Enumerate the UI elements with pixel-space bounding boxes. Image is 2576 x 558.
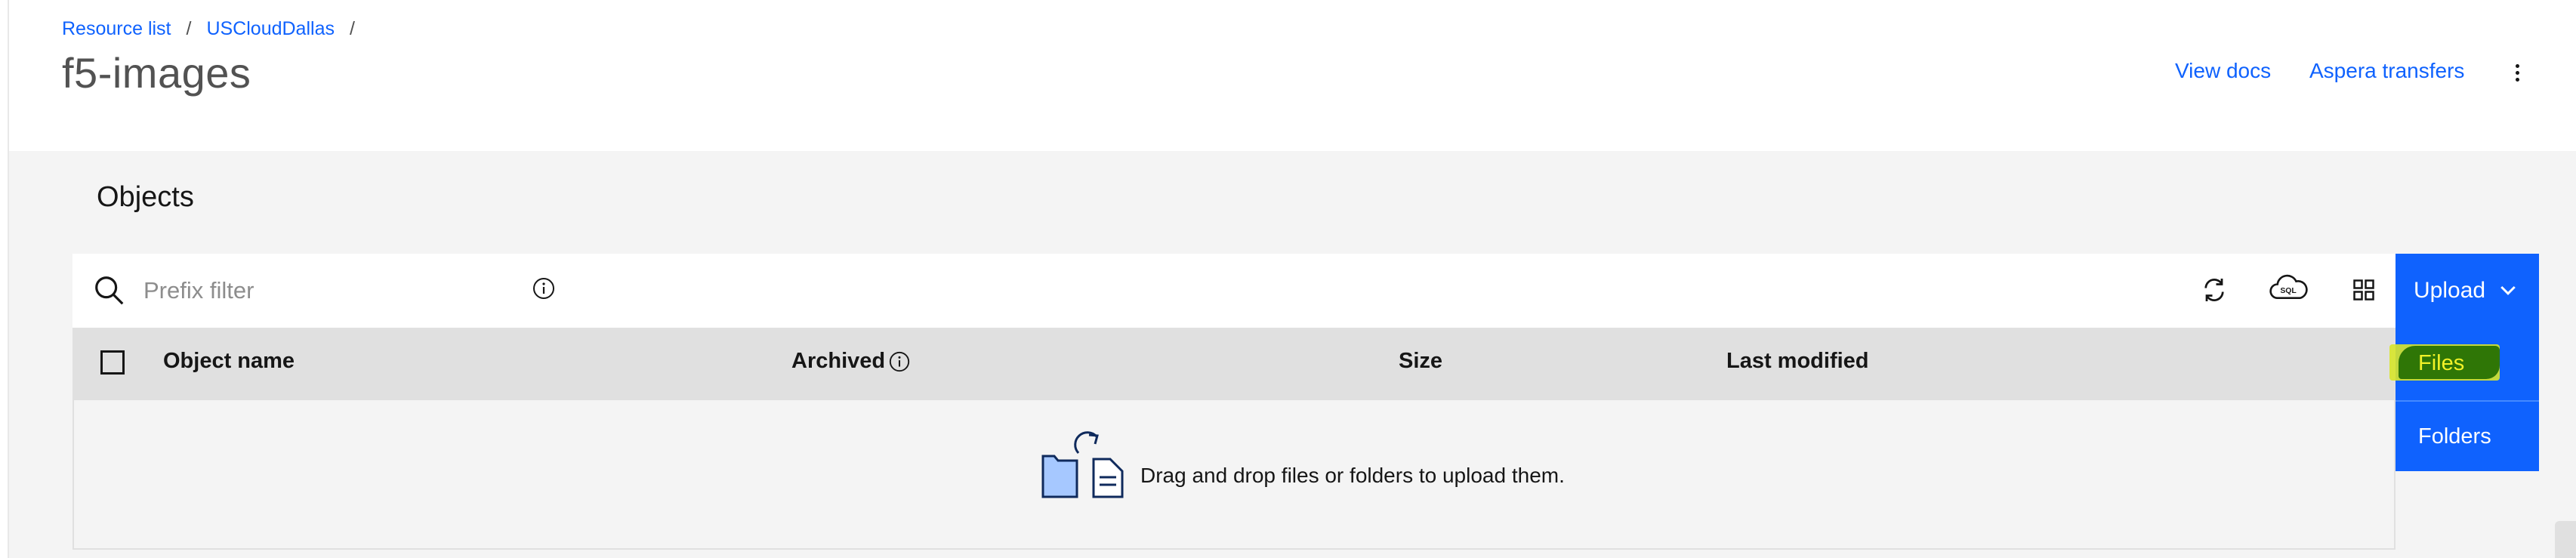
scrollbar-corner[interactable] bbox=[2555, 521, 2576, 558]
upload-menu-files[interactable]: Files bbox=[2396, 328, 2539, 399]
info-icon[interactable] bbox=[532, 276, 556, 301]
upload-illustration-icon bbox=[1041, 431, 1124, 498]
breadcrumb-separator: / bbox=[349, 18, 355, 39]
chevron-down-icon bbox=[2500, 285, 2516, 295]
column-archived[interactable]: Archived bbox=[791, 349, 885, 374]
upload-button-label: Upload bbox=[2414, 278, 2486, 303]
svg-text:SQL: SQL bbox=[2280, 287, 2297, 295]
select-all-checkbox[interactable] bbox=[100, 350, 125, 375]
column-size[interactable]: Size bbox=[1399, 349, 1442, 374]
grid-view-icon[interactable] bbox=[2349, 275, 2379, 305]
breadcrumb-separator: / bbox=[186, 18, 192, 39]
breadcrumb-uscloud-dallas[interactable]: USCloudDallas bbox=[206, 18, 335, 40]
left-edge bbox=[0, 0, 9, 558]
column-object-name[interactable]: Object name bbox=[163, 349, 295, 374]
upload-menu-folders[interactable]: Folders bbox=[2396, 400, 2539, 471]
section-title: Objects bbox=[97, 181, 194, 213]
prefix-filter-input[interactable] bbox=[143, 272, 506, 310]
upload-menu-files-label: Files bbox=[2418, 350, 2465, 375]
info-icon[interactable] bbox=[888, 350, 911, 373]
search-icon bbox=[95, 276, 124, 305]
upload-menu-folders-label: Folders bbox=[2418, 424, 2491, 449]
breadcrumb: Resource list / USCloudDallas / bbox=[62, 18, 370, 40]
aspera-transfers-link[interactable]: Aspera transfers bbox=[2309, 59, 2464, 83]
view-docs-link[interactable]: View docs bbox=[2175, 59, 2271, 83]
cloud-sql-icon[interactable]: SQL bbox=[2269, 272, 2308, 307]
column-last-modified[interactable]: Last modified bbox=[1726, 349, 1869, 374]
drop-zone-text: Drag and drop files or folders to upload… bbox=[1140, 464, 1565, 487]
breadcrumb-resource-list[interactable]: Resource list bbox=[62, 18, 171, 40]
page-title: f5-images bbox=[62, 49, 251, 97]
refresh-icon[interactable] bbox=[2199, 275, 2229, 305]
table-header bbox=[72, 328, 2396, 400]
overflow-menu-icon[interactable] bbox=[2506, 59, 2528, 86]
